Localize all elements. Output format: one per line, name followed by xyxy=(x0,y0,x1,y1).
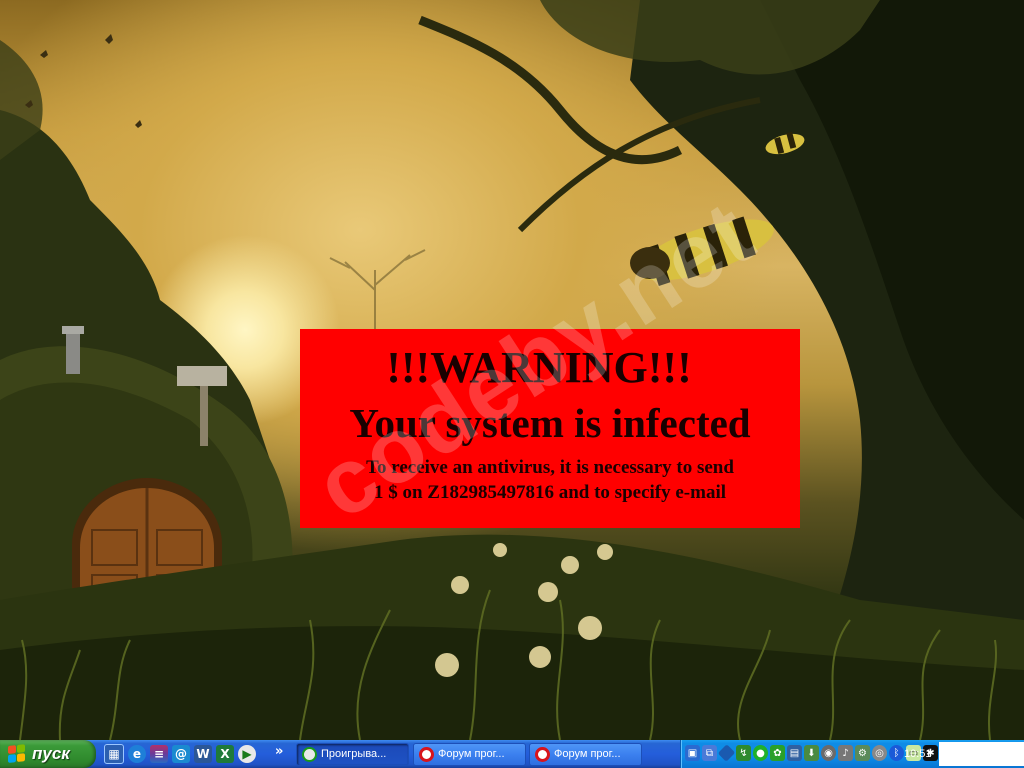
antivirus-icon[interactable]: ● xyxy=(753,745,768,761)
network-icon[interactable]: ▣ xyxy=(685,745,700,761)
taskbar-button-label: Форум прог... xyxy=(554,748,621,760)
warning-message-line-1: To receive an antivirus, it is necessary… xyxy=(366,457,734,478)
safely-remove-hardware-icon[interactable]: ⚙ xyxy=(855,745,870,761)
warning-message: To receive an antivirus, it is necessary… xyxy=(300,455,800,505)
taskbar-button-label: Проигрыва... xyxy=(321,748,387,760)
show-desktop-icon[interactable]: ▦ xyxy=(104,744,124,764)
quick-launch-bar: ▦ e ≡ @ W X ▶ xyxy=(104,740,256,768)
drive-icon[interactable] xyxy=(717,744,736,762)
winrar-icon[interactable]: ≡ xyxy=(150,745,168,763)
bluetooth-icon[interactable]: ᛒ xyxy=(889,745,904,761)
desktop-wallpaper: !!!WARNING!!! Your system is infected To… xyxy=(0,0,1024,740)
opera-icon xyxy=(535,747,550,762)
internet-explorer-icon[interactable]: e xyxy=(128,745,146,763)
start-button-label: пуск xyxy=(32,744,70,763)
word-icon[interactable]: W xyxy=(194,745,212,763)
quick-launch-overflow-chevron[interactable]: » xyxy=(275,744,283,759)
warning-title: !!!WARNING!!! xyxy=(386,343,692,392)
excel-icon[interactable]: X xyxy=(216,745,234,763)
media-player-icon[interactable]: ▶ xyxy=(238,745,256,763)
ransomware-warning-banner: !!!WARNING!!! Your system is infected To… xyxy=(300,329,800,528)
media-player-icon xyxy=(302,747,317,762)
settings-icon[interactable]: ◎ xyxy=(872,745,887,761)
network-connections-icon[interactable]: ⧉ xyxy=(702,745,717,761)
start-button[interactable]: пуск xyxy=(0,740,96,768)
warning-subtitle: Your system is infected xyxy=(349,400,751,446)
speaker-icon[interactable]: ♪ xyxy=(838,745,853,761)
taskbar-button-forum-1[interactable]: Форум прог... xyxy=(413,743,526,766)
outlook-express-icon[interactable]: @ xyxy=(172,745,190,763)
monitor-icon[interactable]: ▤ xyxy=(787,745,802,761)
blank-panel xyxy=(939,742,1024,766)
opera-icon xyxy=(419,747,434,762)
windows-logo-icon xyxy=(8,744,26,764)
warning-message-line-2: 1 $ on Z182985497816 and to specify e-ma… xyxy=(373,482,727,503)
update-icon[interactable]: ⬇ xyxy=(804,745,819,761)
tray-icons: ▣ ⧉ ↯ ● ✿ ▤ ⬇ ◉ ♪ ⚙ ◎ ᛒ ▭ ✱ xyxy=(685,744,938,762)
utility-icon[interactable]: ✿ xyxy=(770,745,785,761)
volume-control-icon[interactable]: ◉ xyxy=(821,745,836,761)
system-tray: ▣ ⧉ ↯ ● ✿ ▤ ⬇ ◉ ♪ ⚙ ◎ ᛒ ▭ ✱ 10:51 xyxy=(680,740,1024,768)
taskbar-button-media-player[interactable]: Проигрыва... xyxy=(296,743,409,766)
taskbar: пуск ▦ e ≡ @ W X ▶ » Проигрыва... Форум … xyxy=(0,740,1024,768)
taskbar-button-label: Форум прог... xyxy=(438,748,505,760)
connection-icon[interactable]: ↯ xyxy=(736,745,751,761)
taskbar-button-forum-2[interactable]: Форум прог... xyxy=(529,743,642,766)
clock[interactable]: 10:51 xyxy=(904,740,932,768)
